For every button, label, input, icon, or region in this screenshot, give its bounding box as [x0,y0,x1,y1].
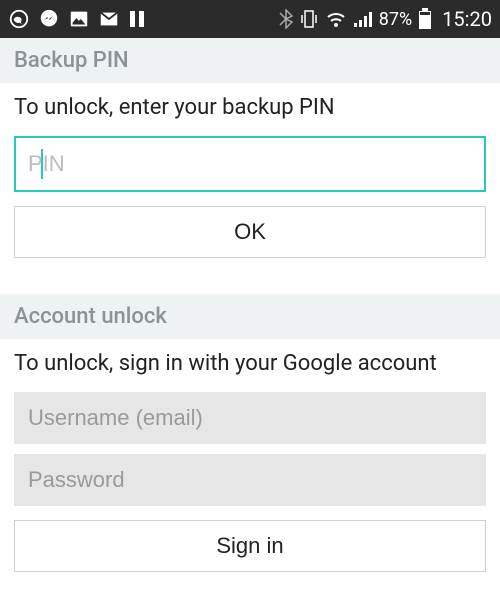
pause-icon [128,9,146,29]
text-cursor [41,149,43,179]
messenger-icon [38,8,60,30]
signal-icon [353,10,373,28]
vibrate-icon [299,8,319,30]
account-unlock-section: To unlock, sign in with your Google acco… [0,339,500,590]
section-gap [0,276,500,294]
username-input[interactable] [14,392,486,444]
whatsapp-icon [8,8,30,30]
backup-pin-instruction: To unlock, enter your backup PIN [14,95,486,120]
clock: 15:20 [442,7,492,31]
sign-in-button[interactable]: Sign in [14,520,486,572]
image-icon [68,8,90,30]
status-left-icons [8,8,146,30]
backup-pin-header: Backup PIN [0,38,500,83]
gmail-icon [98,8,120,30]
status-bar: 87% 15:20 [0,0,500,38]
bluetooth-icon [279,9,293,29]
battery-percentage: 87% [379,9,412,30]
account-unlock-instruction: To unlock, sign in with your Google acco… [14,351,486,376]
battery-icon [418,8,432,30]
pin-input[interactable] [14,136,486,192]
backup-pin-section: To unlock, enter your backup PIN OK [0,83,500,276]
ok-button[interactable]: OK [14,206,486,258]
account-unlock-header: Account unlock [0,294,500,339]
status-right-icons: 87% 15:20 [279,7,492,31]
password-input[interactable] [14,454,486,506]
wifi-icon [325,10,347,28]
